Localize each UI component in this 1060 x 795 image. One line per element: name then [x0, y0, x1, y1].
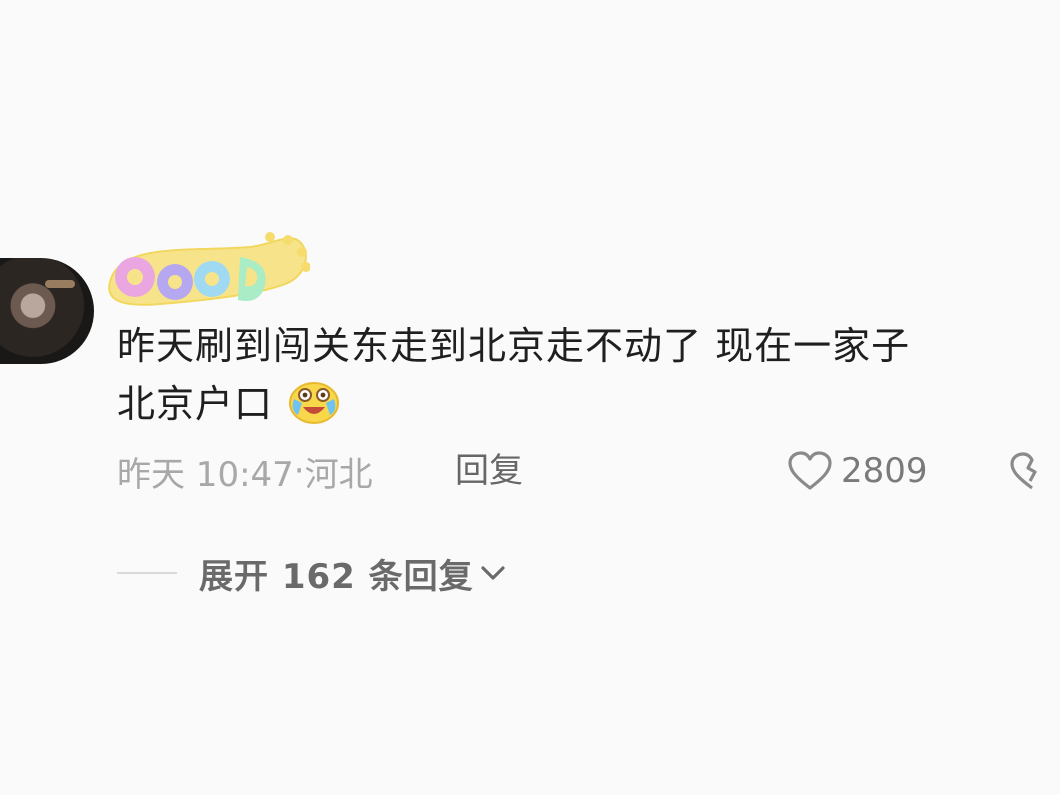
avatar[interactable] — [0, 258, 94, 364]
like-button[interactable]: 2809 — [787, 446, 928, 496]
like-count: 2809 — [841, 451, 928, 491]
good-sticker — [108, 232, 310, 306]
meta-separator: · — [293, 451, 305, 491]
comment-line-1: 昨天刷到闯关东走到北京走不动了 现在一家子 — [117, 324, 911, 368]
comment-text: 昨天刷到闯关东走到北京走不动了 现在一家子 北京户口 — [117, 317, 1037, 433]
divider-line — [117, 572, 177, 574]
comment-location: 河北 — [304, 454, 373, 495]
comment-meta: 昨天 10:47 · 河北 — [117, 446, 373, 496]
heart-outline-icon — [788, 451, 832, 490]
chevron-down-icon — [481, 566, 505, 580]
expand-replies-button[interactable]: 展开 162 条回复 — [117, 548, 506, 598]
comment-line-2-text: 北京户口 — [117, 382, 274, 426]
comment-time: 昨天 10:47 — [117, 454, 294, 495]
reply-button[interactable]: 回复 — [455, 446, 523, 496]
comment-line-2: 北京户口 — [117, 375, 1037, 433]
laughing-crying-emoji-icon — [289, 382, 340, 424]
dislike-button[interactable] — [1008, 452, 1060, 492]
broken-heart-icon — [1010, 452, 1037, 490]
expand-replies-label: 展开 162 条回复 — [199, 556, 474, 597]
